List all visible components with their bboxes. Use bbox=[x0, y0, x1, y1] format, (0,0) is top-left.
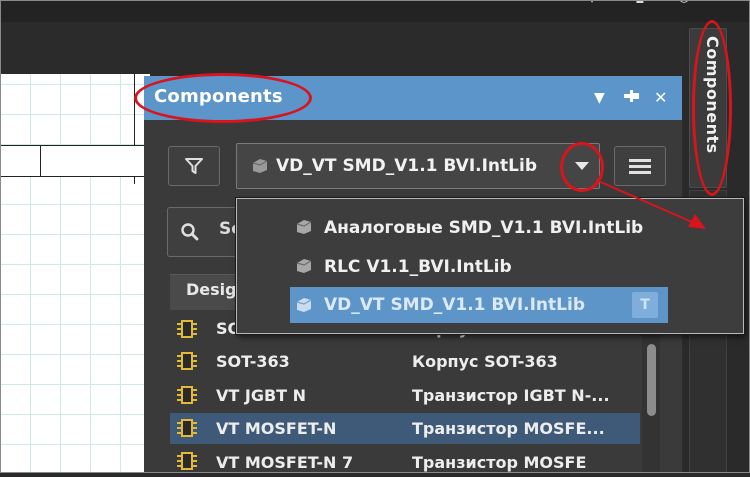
scrollbar-thumb[interactable] bbox=[647, 344, 656, 416]
library-select-value: VD_VT SMD_V1.1 BVI.IntLib bbox=[276, 156, 537, 176]
component-chip-icon bbox=[175, 450, 199, 472]
notification-icon[interactable]: ▾ bbox=[584, 0, 600, 6]
library-icon bbox=[294, 218, 314, 240]
user-icon[interactable]: ◔ bbox=[676, 0, 692, 4]
row-description: Транзистор IGBT N-... bbox=[412, 386, 610, 405]
panel-menu-chevron-icon[interactable]: ▼ bbox=[594, 90, 605, 106]
row-description: Корпус SOT-363 bbox=[412, 352, 558, 371]
filter-icon bbox=[185, 158, 203, 174]
table-header-design-label: Desig bbox=[186, 280, 237, 299]
annotation-ellipse-panel-title bbox=[134, 73, 312, 123]
settings-icon[interactable]: ▪ bbox=[632, 0, 648, 6]
canvas-border bbox=[0, 74, 1, 473]
dropdown-item-label: VD_VT SMD_V1.1 BVI.IntLib bbox=[324, 295, 585, 315]
schematic-title-block bbox=[0, 145, 151, 177]
row-name: VT MOSFET-N bbox=[216, 419, 337, 438]
library-icon bbox=[294, 296, 314, 318]
dropdown-item-label: RLC V1.1_BVI.IntLib bbox=[324, 257, 512, 277]
library-icon bbox=[294, 257, 314, 279]
row-name: VT JGBT N bbox=[216, 386, 307, 405]
component-chip-icon bbox=[175, 384, 199, 406]
row-description: Транзистор MOSFE... bbox=[412, 419, 605, 438]
search-icon bbox=[180, 222, 200, 246]
schematic-canvas[interactable] bbox=[0, 74, 150, 473]
row-description: Транзистор MOSFE bbox=[412, 453, 587, 472]
component-chip-icon bbox=[175, 417, 199, 439]
title-block-divider bbox=[40, 145, 41, 177]
component-chip-icon bbox=[175, 350, 199, 372]
component-chip-icon bbox=[175, 318, 199, 340]
pin-icon[interactable] bbox=[622, 88, 640, 108]
row-name: VT MOSFET-N 7 bbox=[216, 453, 354, 472]
filter-button[interactable] bbox=[168, 146, 220, 186]
close-icon[interactable]: ✕ bbox=[654, 88, 667, 107]
row-name: SOT-363 bbox=[216, 352, 290, 371]
library-icon bbox=[250, 157, 270, 179]
annotation-arrow bbox=[595, 179, 706, 229]
library-type-badge: T bbox=[632, 292, 658, 318]
